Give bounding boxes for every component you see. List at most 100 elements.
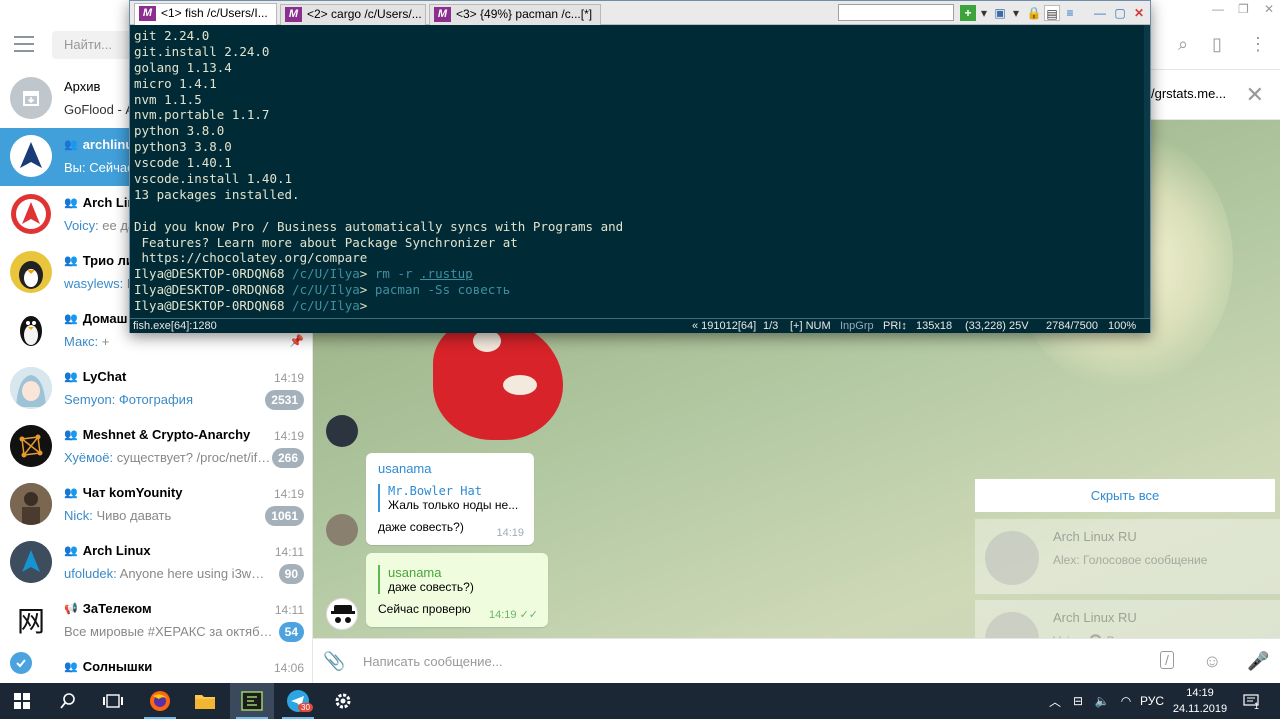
chat-title: 👥 archlinu <box>64 137 134 152</box>
attach-icon[interactable]: 📎 <box>323 651 345 672</box>
sidebar-toggle-icon[interactable]: ▯ <box>1212 34 1222 55</box>
status-buffer: 2784/7500 <box>1046 320 1098 332</box>
dropdown-icon[interactable]: ▾ <box>976 5 992 21</box>
group-icon: 👥 <box>64 313 78 325</box>
pane-icon[interactable]: ▤ <box>1044 5 1060 21</box>
notification-card[interactable]: Arch Linux RU Alex: Голосовое сообщение <box>975 519 1280 594</box>
chat-item-meshnet[interactable]: 👥 Meshnet & Crypto-Anarchy 14:19 Хуёмоё: … <box>0 418 312 476</box>
terminal-scrollbar[interactable] <box>1144 25 1150 318</box>
conemu-logo-icon: M <box>434 7 451 22</box>
chat-preview: ufoludek: Anyone here using i3wm a... <box>64 566 274 581</box>
clock-time: 14:19 <box>1186 687 1214 699</box>
arch-logo-avatar <box>10 541 52 583</box>
microphone-icon[interactable]: 🎤 <box>1247 651 1269 672</box>
message-bubble-outgoing[interactable]: usanama даже совесть?) Сейчас проверю 14… <box>366 553 548 627</box>
close-icon[interactable]: ✕ <box>1131 5 1147 21</box>
minimize-icon[interactable]: — <box>1092 5 1108 21</box>
telegram-taskbar-icon[interactable]: 30 <box>276 683 320 719</box>
new-console-icon[interactable]: + <box>960 5 976 21</box>
pinned-text: /grstats.me... <box>1151 86 1227 101</box>
more-vertical-icon[interactable]: ⋮ <box>1249 34 1267 55</box>
status-priority: PRI↕ <box>883 320 907 332</box>
chat-time: 14:11 <box>274 545 304 559</box>
dropdown-icon[interactable]: ▾ <box>1008 5 1024 21</box>
conemu-window: M <1> fish /c/Users/I... M <2> cargo /c/Us… <box>129 0 1151 333</box>
show-hidden-icons-icon[interactable]: ︿ <box>1046 683 1064 719</box>
bot-command-icon[interactable]: / <box>1160 651 1174 669</box>
firefox-icon[interactable] <box>138 683 182 719</box>
message-composer: 📎 Написать сообщение... / ☺ 🎤 <box>313 638 1280 683</box>
lock-icon[interactable]: 🔒 <box>1026 5 1042 21</box>
emoji-icon[interactable]: ☺ <box>1203 651 1221 672</box>
zatelecom-avatar: 网 <box>10 599 52 641</box>
own-avatar[interactable] <box>326 598 358 630</box>
chat-title: 👥 Домаш <box>64 311 128 326</box>
hamburger-menu-icon[interactable] <box>14 36 34 52</box>
chat-title: 👥 Arch Linux <box>64 543 151 558</box>
minimize-icon[interactable]: — <box>1212 2 1224 16</box>
message-input[interactable]: Написать сообщение... <box>363 654 503 669</box>
notification-body: Alex: Голосовое сообщение <box>1053 553 1208 567</box>
chat-preview: Semyon: Фотография <box>64 392 193 407</box>
user-avatar[interactable] <box>326 415 358 447</box>
search-icon[interactable] <box>46 683 90 719</box>
tux-avatar <box>10 309 52 351</box>
status-process[interactable]: fish.exe[64]:1280 <box>133 320 217 332</box>
penguin-avatar <box>10 251 52 293</box>
terminal-line: 13 packages installed. <box>134 186 300 202</box>
chat-item-komyounity[interactable]: 👥 Чат komYounity 14:19 Nick: Чиво давать … <box>0 476 312 534</box>
chat-title: 👥 Трио ли <box>64 253 134 268</box>
wifi-icon[interactable]: ◠ <box>1116 683 1136 719</box>
unread-badge: 1061 <box>265 506 304 526</box>
tab-search-input[interactable] <box>838 4 954 21</box>
status-zoom: 100% <box>1108 320 1137 332</box>
close-icon[interactable]: ✕ <box>1246 82 1264 108</box>
message-bubble-incoming[interactable]: usanama Mr.Bowler Hat Жаль только ноды н… <box>366 453 534 545</box>
message-time: 14:19 ✓✓ <box>488 609 538 621</box>
chat-title: 👥 Чат komYounity <box>64 485 183 500</box>
taskbar-badge: 30 <box>298 703 313 712</box>
maximize-icon[interactable]: ▢ <box>1112 5 1128 21</box>
reply-text: даже совесть?) <box>388 580 474 594</box>
file-explorer-icon[interactable] <box>183 683 227 719</box>
chat-title: Архив <box>64 79 101 94</box>
chat-item-lychat[interactable]: 👥 LyChat 14:19 Semyon: Фотография 2531 <box>0 360 312 418</box>
terminal-line: nvm 1.1.5 <box>134 91 202 107</box>
conemu-taskbar-icon[interactable] <box>230 683 274 719</box>
message-time: 14:19 <box>496 527 524 539</box>
menu-lines-icon[interactable]: ≡ <box>1062 5 1078 21</box>
chat-item-solnyshki[interactable]: 👥 Солнышки 14:06 <box>0 650 312 683</box>
restore-icon[interactable]: ❐ <box>1238 2 1249 16</box>
group-icon: 👥 <box>64 255 78 267</box>
task-view-icon[interactable] <box>91 683 135 719</box>
status-mode: [+] NUM <box>790 320 831 332</box>
user-avatar[interactable] <box>326 514 358 546</box>
clock[interactable]: 14:19 24.11.2019 <box>1160 685 1240 717</box>
tab-fish[interactable]: M <1> fish /c/Users/I... <box>134 3 277 25</box>
split-icon[interactable]: ▣ <box>992 5 1008 21</box>
settings-gear-icon[interactable] <box>321 683 365 719</box>
terminal-line: Did you know Pro / Business automaticall… <box>134 218 624 234</box>
chat-title: 📢 ЗаТелеком <box>64 601 152 616</box>
chat-title: 👥 Arch Lin <box>64 195 136 210</box>
search-icon[interactable]: ⌕ <box>1178 34 1188 55</box>
chat-item-zatelecom[interactable]: 网 📢 ЗаТелеком 14:11 Все мировые #ХЕРАКС з… <box>0 592 312 650</box>
chat-item-arch-linux[interactable]: 👥 Arch Linux 14:11 ufoludek: Anyone here … <box>0 534 312 592</box>
terminal-line: Features? Learn more about Package Synch… <box>134 234 518 250</box>
terminal-line: python 3.8.0 <box>134 123 225 139</box>
chat-time: 14:06 <box>273 661 304 675</box>
tab-cargo[interactable]: M <2> cargo /c/Users/... <box>280 4 426 25</box>
unread-badge: 2531 <box>265 390 304 410</box>
close-icon[interactable]: ✕ <box>1264 2 1274 16</box>
reply-quote[interactable]: usanama даже совесть?) <box>378 565 536 594</box>
windows-start-icon[interactable] <box>0 683 44 719</box>
volume-icon[interactable]: 🔈 <box>1092 683 1112 719</box>
hide-all-notifications-button[interactable]: Скрыть все <box>975 479 1275 512</box>
network-adapter-icon[interactable]: ⊟ <box>1068 683 1088 719</box>
reply-quote[interactable]: Mr.Bowler Hat Жаль только ноды не... <box>378 484 522 512</box>
group-icon: 👥 <box>64 197 78 209</box>
tab-pacman[interactable]: M <3> {49%} pacman /c...[*] <box>429 4 601 25</box>
terminal-output[interactable]: git 2.24.0 git.install 2.24.0 golang 1.1… <box>130 25 1150 318</box>
action-center-icon[interactable]: 1 <box>1240 683 1262 719</box>
